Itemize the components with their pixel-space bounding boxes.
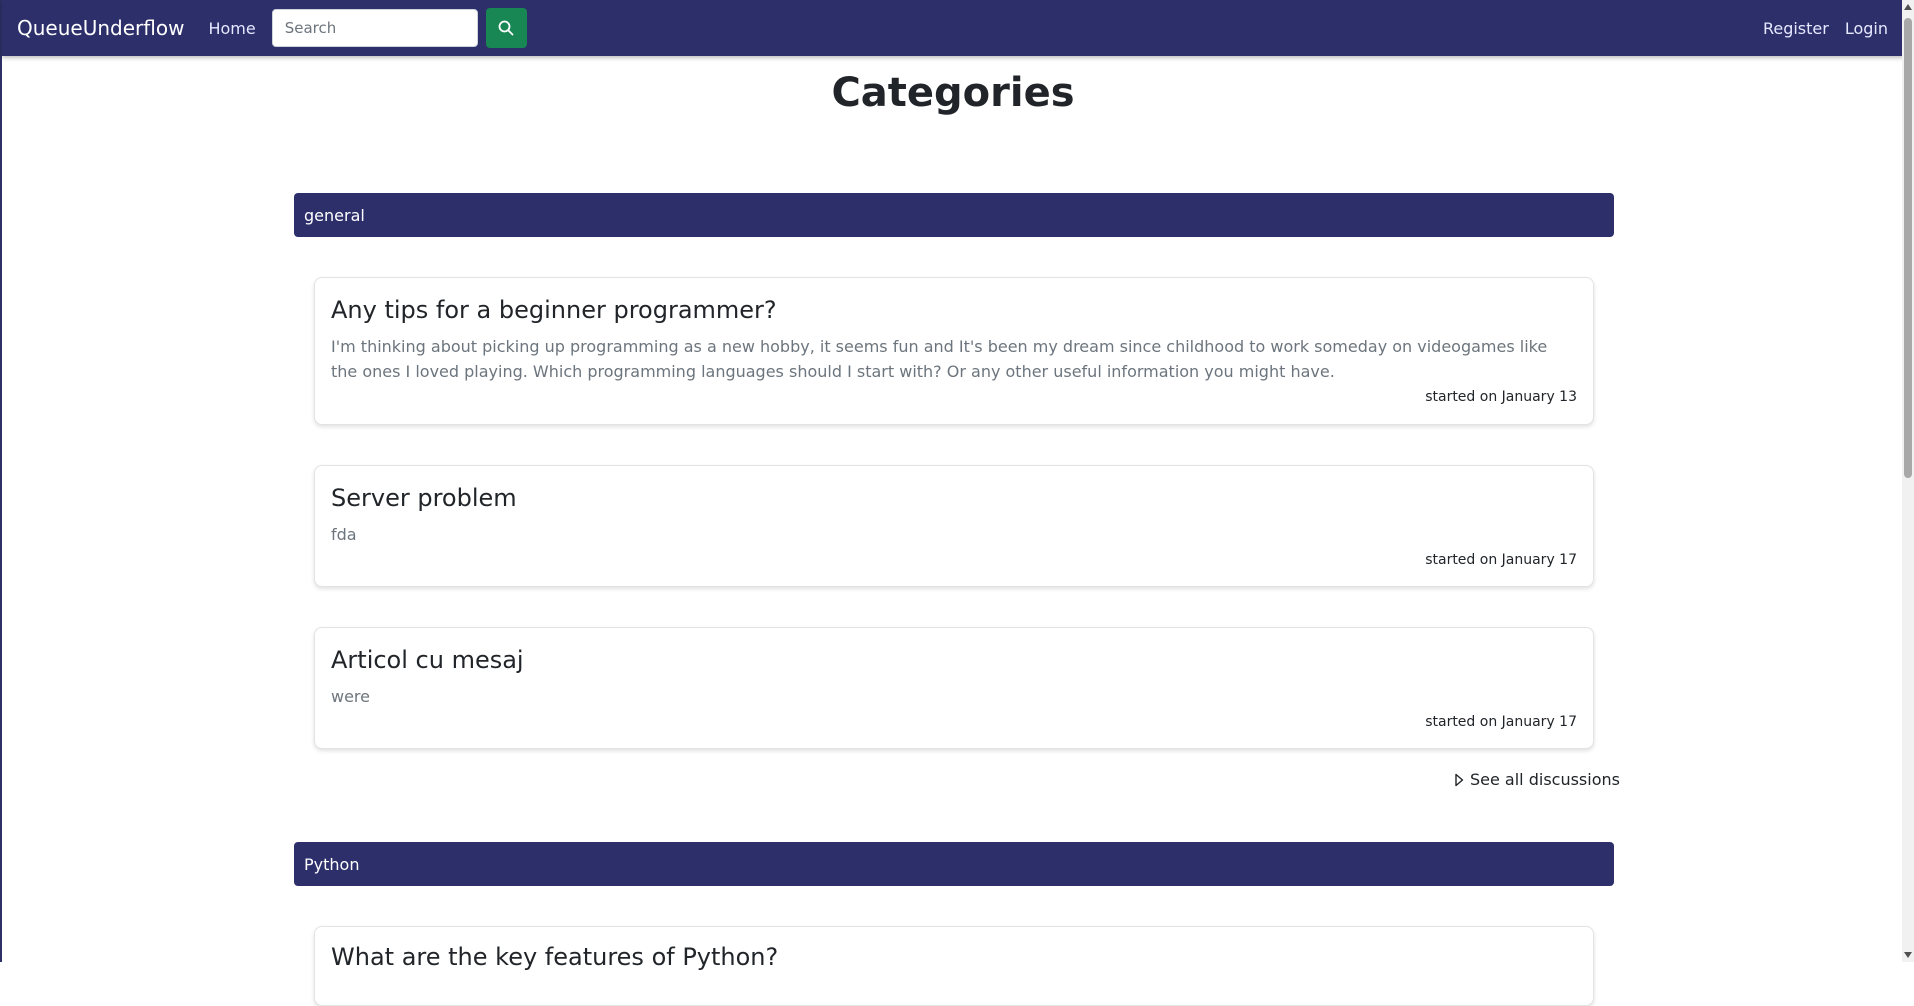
brand-link[interactable]: QueueUnderflow <box>17 16 184 40</box>
category-header-python[interactable]: Python <box>294 842 1614 886</box>
discussion-card[interactable]: Server problem fda started on January 17 <box>314 465 1594 587</box>
login-link[interactable]: Login <box>1845 19 1888 38</box>
see-all-discussions-link[interactable]: See all discussions <box>1454 770 1620 789</box>
scroll-thumb[interactable] <box>1904 18 1912 478</box>
discussion-card[interactable]: What are the key features of Python? <box>314 926 1594 1006</box>
discussion-excerpt: I'm thinking about picking up programmin… <box>331 337 1548 381</box>
page-title: Categories <box>831 70 1075 116</box>
discussion-card[interactable]: Articol cu mesaj were started on January… <box>314 627 1594 749</box>
discussion-date: started on January 13 <box>1425 389 1577 405</box>
discussion-title[interactable]: Articol cu mesaj <box>331 646 524 674</box>
auth-links: Register Login <box>1763 19 1888 38</box>
top-navbar: QueueUnderflow Home Register Login <box>2 0 1904 56</box>
search-input[interactable] <box>271 9 478 47</box>
scroll-down-icon[interactable] <box>1904 952 1912 958</box>
page-scrollbar[interactable] <box>1902 0 1914 962</box>
discussion-title[interactable]: What are the key features of Python? <box>331 943 778 971</box>
app-window: QueueUnderflow Home Register Login Categ… <box>0 0 1912 1006</box>
discussion-excerpt: fda <box>331 525 357 544</box>
search-button[interactable] <box>485 8 527 48</box>
discussion-title[interactable]: Any tips for a beginner programmer? <box>331 296 777 324</box>
discussion-title[interactable]: Server problem <box>331 484 517 512</box>
discussion-card[interactable]: Any tips for a beginner programmer? I'm … <box>314 277 1594 425</box>
caret-right-icon <box>1455 773 1464 786</box>
see-all-label: See all discussions <box>1470 770 1620 789</box>
discussion-date: started on January 17 <box>1425 714 1577 730</box>
discussion-date: started on January 17 <box>1425 552 1577 568</box>
category-header-general[interactable]: general <box>294 193 1614 237</box>
discussion-excerpt: were <box>331 687 370 706</box>
scroll-up-icon[interactable] <box>1904 4 1912 10</box>
nav-home-link[interactable]: Home <box>208 19 255 38</box>
search-icon <box>498 20 514 36</box>
register-link[interactable]: Register <box>1763 19 1829 38</box>
